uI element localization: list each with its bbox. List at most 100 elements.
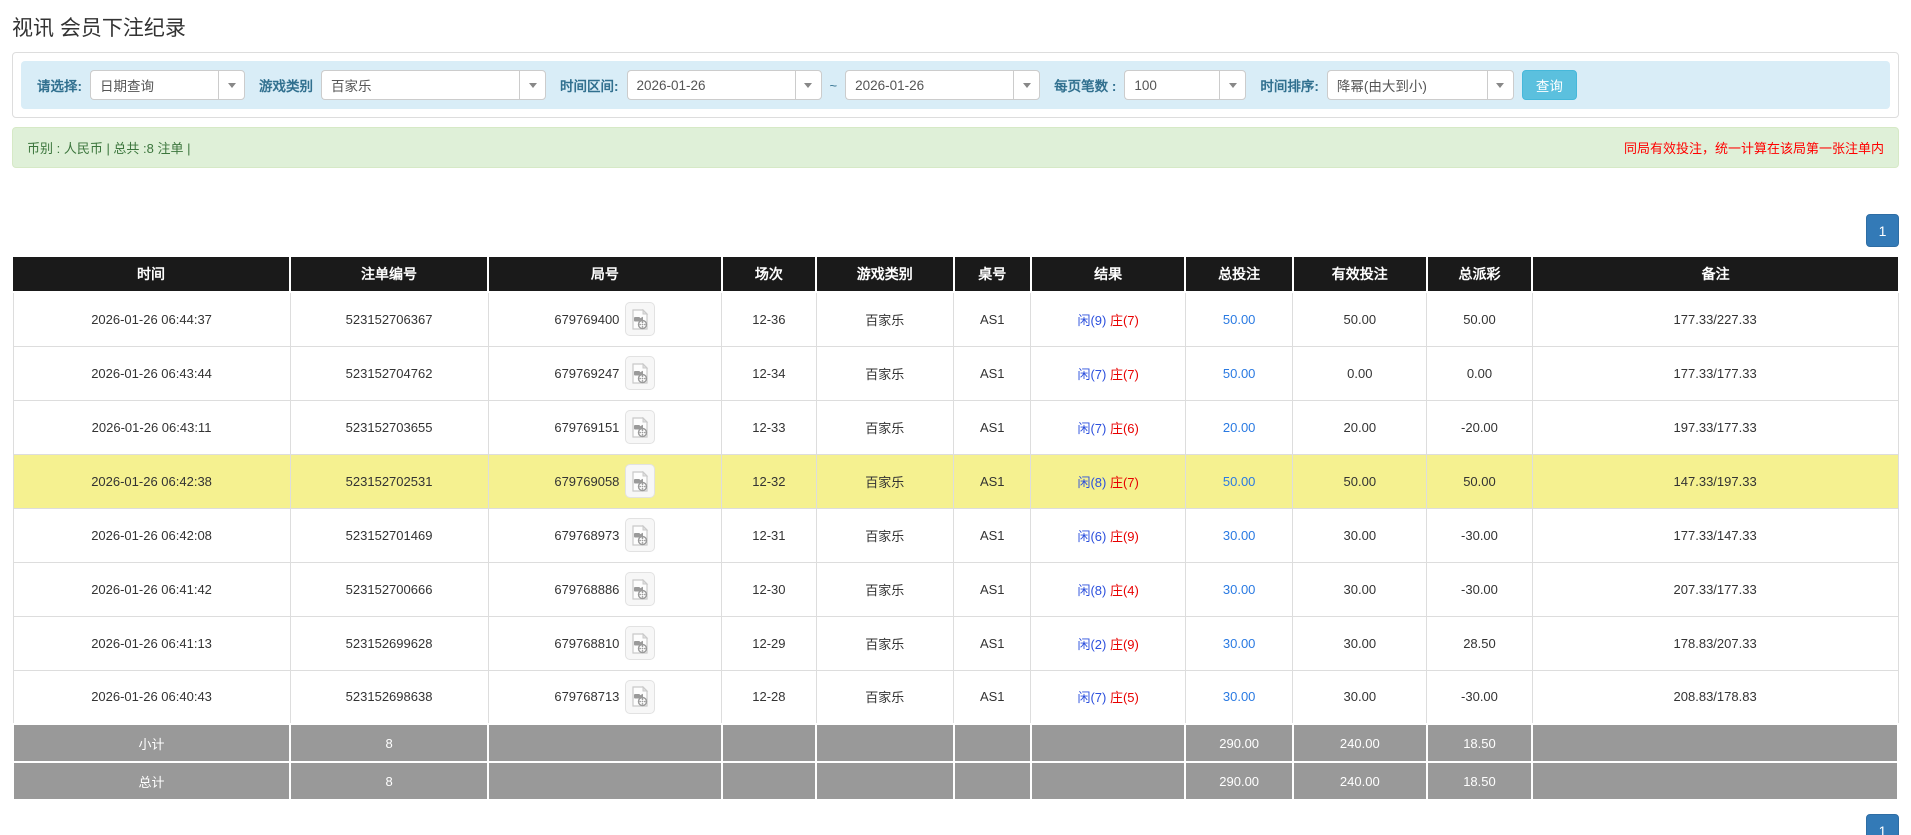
cell-table-no: AS1 [953, 561, 1032, 617]
footer-empty [1531, 723, 1899, 763]
total-bet-link[interactable]: 30.00 [1223, 582, 1256, 597]
result-banker: 庄(7) [1109, 474, 1139, 490]
video-replay-button[interactable] [625, 302, 656, 337]
cell-valid-bet: 30.00 [1292, 507, 1428, 563]
video-replay-button[interactable] [625, 679, 656, 714]
film-video-icon [632, 632, 649, 654]
page-size-dropdown-button[interactable] [1219, 70, 1247, 100]
video-replay-button[interactable] [625, 518, 656, 552]
round-id-with-video: 679768713 [554, 679, 656, 714]
film-video-icon [632, 416, 649, 438]
table-row: 2026-01-26 06:41:13 523152699628 679768810… [12, 615, 1899, 671]
table-row: 2026-01-26 06:44:37 523152706367 679769400… [12, 291, 1899, 347]
valid-bet-notice: 同局有效投注，统一计算在该局第一张注单内 [1623, 141, 1884, 156]
video-replay-button[interactable] [625, 464, 656, 498]
chevron-down-icon [804, 82, 812, 88]
cell-table-no: AS1 [953, 669, 1032, 725]
total-bet-link[interactable]: 30.00 [1223, 636, 1256, 651]
total-bet-link[interactable]: 30.00 [1223, 528, 1256, 543]
footer-empty [720, 761, 818, 801]
result-player: 闲(2) [1077, 636, 1107, 652]
game-type-input[interactable] [321, 70, 519, 100]
cell-result: 闲(6) 庄(9) [1030, 507, 1186, 563]
column-header-0: 时间 [13, 257, 292, 293]
film-video-icon [632, 362, 649, 384]
round-id-with-video: 679769151 [554, 410, 656, 444]
cell-round-id: 679769058 [487, 453, 723, 509]
round-id-text: 679768973 [554, 527, 620, 543]
round-id-with-video: 679769247 [554, 356, 656, 390]
cell-game-type: 百家乐 [815, 507, 955, 563]
page-title: 视讯 会员下注纪录 [12, 17, 186, 40]
cell-game-type: 百家乐 [815, 399, 955, 455]
footer-empty [487, 723, 723, 763]
round-id-with-video: 679768973 [554, 518, 656, 552]
records-table: 时间 注单编号 局号 场次 游戏类别 桌号 结果 总投注 有效投注 总派彩 备注 2026-01-2… [11, 257, 1899, 801]
cell-table-no: AS1 [953, 345, 1032, 401]
round-id-with-video: 679768886 [554, 572, 656, 606]
cell-result: 闲(7) 庄(7) [1030, 345, 1186, 401]
cell-valid-bet: 50.00 [1292, 453, 1428, 509]
cell-total-bet: 30.00 [1184, 507, 1294, 563]
cell-game-type: 百家乐 [815, 453, 955, 509]
video-replay-button[interactable] [625, 572, 656, 606]
footer-payout: 18.50 [1425, 761, 1534, 801]
column-header-3: 场次 [721, 257, 818, 293]
total-bet-link[interactable]: 50.00 [1223, 366, 1256, 381]
page-size-input[interactable] [1124, 70, 1220, 100]
footer-payout: 18.50 [1425, 723, 1534, 763]
result-banker: 庄(4) [1109, 582, 1139, 598]
video-replay-button[interactable] [625, 626, 656, 660]
footer-empty [1029, 723, 1187, 763]
cell-bet-id: 523152704762 [289, 345, 489, 401]
total-bet-link[interactable]: 20.00 [1223, 420, 1256, 435]
round-id-with-video: 679768810 [554, 626, 656, 660]
result-banker: 庄(6) [1109, 420, 1139, 436]
select-mode-label: 请选择: [37, 79, 82, 94]
select-mode-input[interactable] [90, 70, 218, 100]
cell-time: 2026-01-26 06:40:43 [12, 669, 291, 725]
cell-bet-id: 523152700666 [289, 561, 489, 617]
result-player: 闲(7) [1077, 420, 1107, 436]
total-bet-link[interactable]: 50.00 [1223, 474, 1256, 489]
cell-session: 12-36 [721, 291, 817, 347]
page-1-button[interactable]: 1 [1866, 214, 1899, 247]
film-video-icon [632, 524, 649, 546]
search-button[interactable]: 查询 [1521, 70, 1577, 100]
select-mode-dropdown-button[interactable] [218, 70, 245, 100]
cell-valid-bet: 30.00 [1292, 669, 1428, 725]
time-sort-label: 时间排序: [1260, 79, 1319, 94]
cell-round-id: 679769247 [487, 345, 723, 401]
cell-remark: 177.33/147.33 [1531, 507, 1899, 563]
footer-empty [1531, 761, 1899, 801]
cell-table-no: AS1 [953, 615, 1032, 671]
page-1-button-bottom[interactable]: 1 [1866, 814, 1899, 835]
result-banker: 庄(9) [1109, 636, 1139, 652]
date-from-input[interactable] [626, 70, 795, 100]
cell-remark: 177.33/227.33 [1531, 291, 1899, 347]
video-replay-button[interactable] [625, 410, 656, 444]
cell-game-type: 百家乐 [815, 291, 955, 347]
footer-empty [487, 761, 723, 801]
cell-time: 2026-01-26 06:41:13 [12, 615, 291, 671]
cell-valid-bet: 30.00 [1292, 615, 1428, 671]
date-to-input[interactable] [845, 70, 1014, 100]
video-replay-button[interactable] [625, 356, 656, 390]
table-row: 2026-01-26 06:43:11 523152703655 679769151… [12, 399, 1899, 455]
date-from-dropdown-button[interactable] [794, 70, 822, 100]
cell-result: 闲(8) 庄(4) [1030, 561, 1186, 617]
time-range-label: 时间区间: [560, 79, 619, 94]
cell-session: 12-30 [721, 561, 817, 617]
pagination-top: 1 [12, 214, 1899, 247]
cell-payout: -30.00 [1426, 669, 1533, 725]
cell-round-id: 679768810 [487, 615, 723, 671]
time-sort-dropdown-button[interactable] [1486, 70, 1514, 100]
game-type-dropdown-button[interactable] [519, 70, 546, 100]
total-bet-link[interactable]: 30.00 [1223, 689, 1256, 704]
table-row: 2026-01-26 06:41:42 523152700666 679768886… [12, 561, 1899, 617]
result-banker: 庄(7) [1109, 366, 1139, 382]
date-to-dropdown-button[interactable] [1013, 70, 1041, 100]
cell-time: 2026-01-26 06:42:08 [12, 507, 291, 563]
time-sort-input[interactable] [1326, 70, 1487, 100]
total-bet-link[interactable]: 50.00 [1223, 312, 1256, 327]
